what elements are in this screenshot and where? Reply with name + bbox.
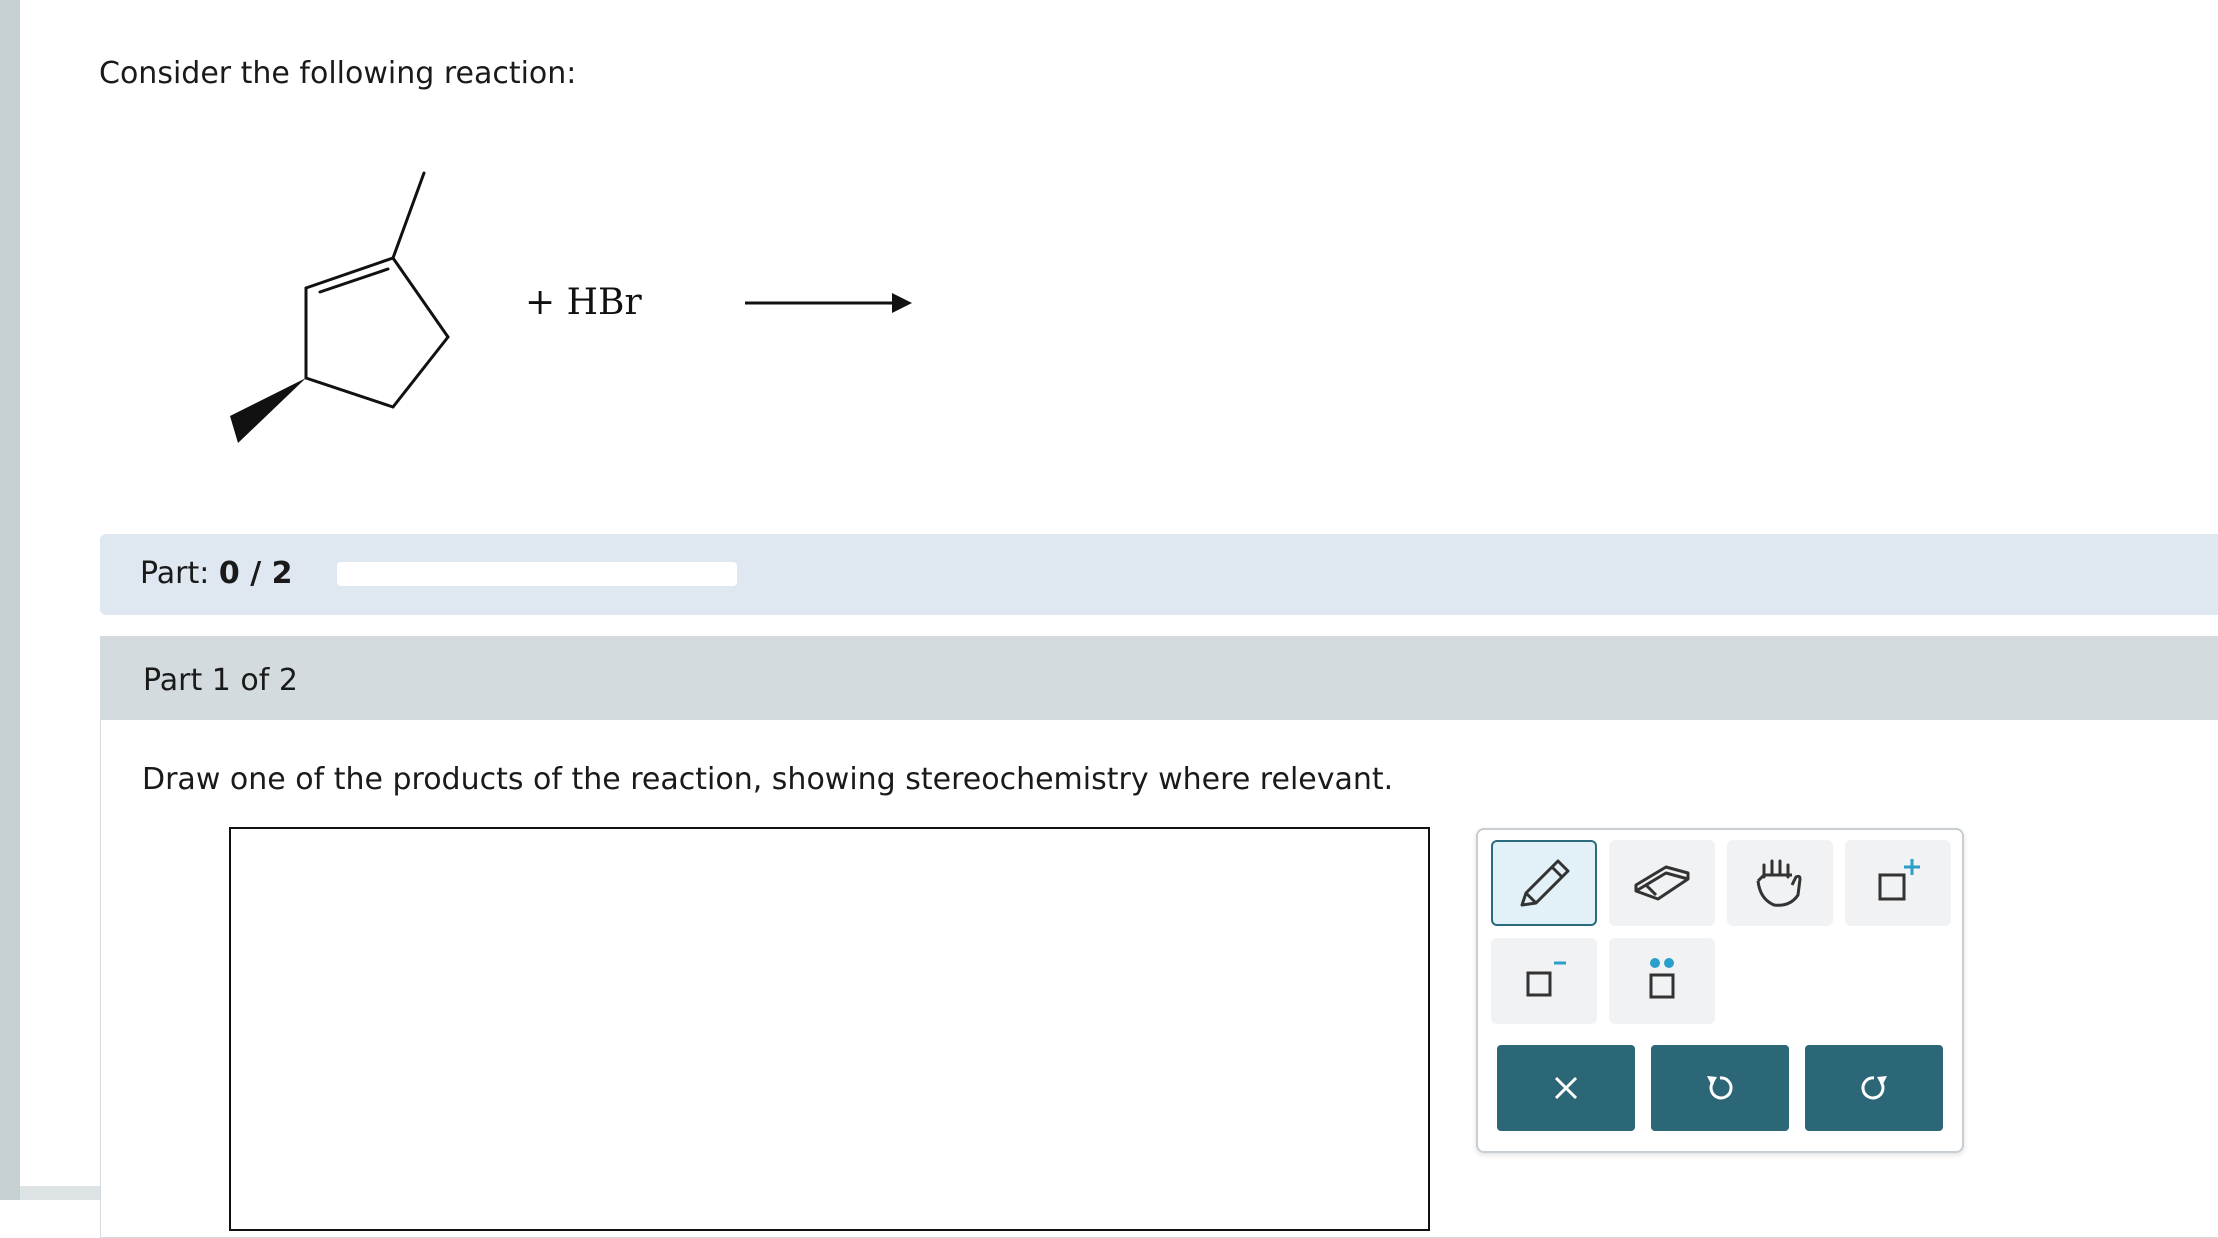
ring-bond (304, 376, 395, 409)
part-heading: Part 1 of 2 (143, 663, 298, 698)
drawing-toolbox (1476, 828, 1964, 1153)
part-panel-header: Part 1 of 2 (101, 637, 2218, 720)
add-charge-icon (1878, 859, 1920, 901)
reaction-scheme: + HBr (230, 171, 912, 443)
wedge-bond (230, 378, 306, 443)
part-progress-label: Part: 0 / 2 (140, 556, 293, 591)
reagent-label: + HBr (525, 282, 642, 323)
reactant-structure (304, 171, 450, 409)
eraser-tool-button[interactable] (1609, 840, 1715, 926)
ring-bond (391, 256, 450, 339)
undo-icon (1707, 1076, 1733, 1100)
pencil-tool-button[interactable] (1491, 840, 1597, 926)
lone-pair-tool-button[interactable] (1609, 938, 1715, 1024)
clear-button[interactable] (1497, 1045, 1635, 1131)
ring-bond (391, 335, 450, 409)
progress-track (337, 562, 737, 586)
redo-button[interactable] (1805, 1045, 1943, 1131)
left-rail (0, 0, 20, 1200)
methyl-bond (391, 171, 426, 260)
hand-tool-button[interactable] (1727, 840, 1833, 926)
hand-icon (1756, 859, 1802, 907)
lone-pair-icon (1649, 958, 1675, 999)
question-prompt: Consider the following reaction: (99, 56, 577, 91)
part-instruction: Draw one of the products of the reaction… (142, 762, 1394, 797)
reaction-arrow-head (892, 293, 912, 313)
remove-charge-icon (1526, 961, 1566, 997)
add-charge-tool-button[interactable] (1845, 840, 1951, 926)
redo-icon (1861, 1076, 1887, 1100)
part-progress-value: 0 / 2 (218, 556, 293, 591)
pencil-icon (1520, 859, 1570, 907)
clear-icon (1554, 1076, 1578, 1100)
part-progress-bar: Part: 0 / 2 (100, 534, 2218, 615)
eraser-icon (1634, 865, 1690, 901)
drawing-canvas[interactable] (229, 827, 1430, 1231)
remove-charge-tool-button[interactable] (1491, 938, 1597, 1024)
undo-button[interactable] (1651, 1045, 1789, 1131)
